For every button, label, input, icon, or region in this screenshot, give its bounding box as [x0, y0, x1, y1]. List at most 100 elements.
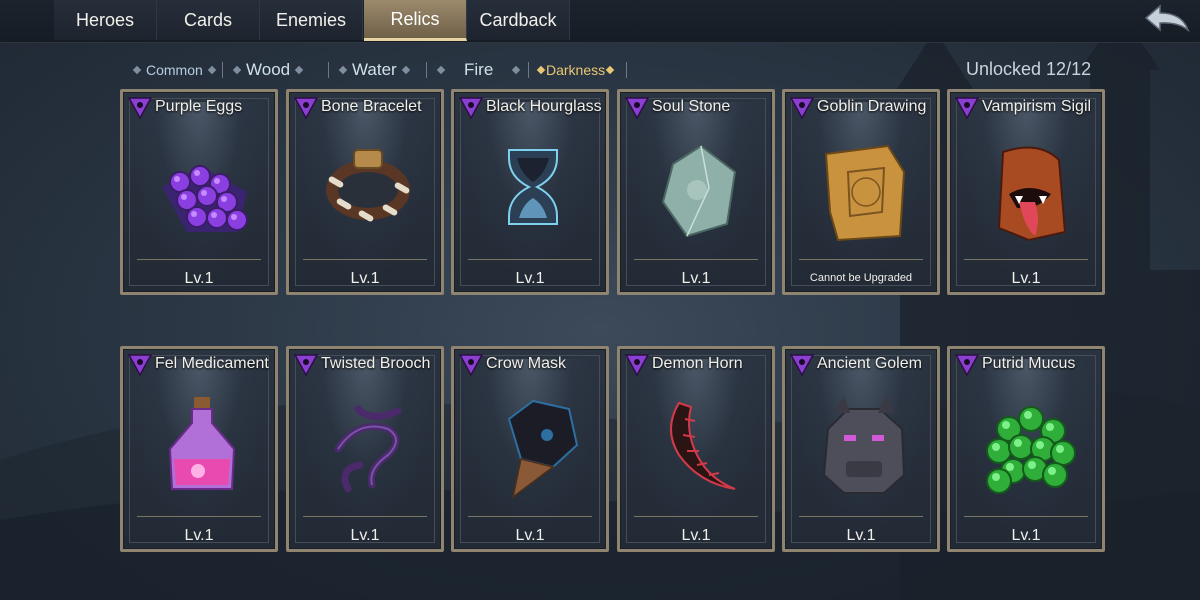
filter-divider — [626, 62, 627, 78]
darkness-emblem-icon — [624, 97, 650, 120]
relic-name: Demon Horn — [652, 355, 743, 372]
relic-level: Lv.1 — [1011, 527, 1041, 544]
relic-name: Bone Bracelet — [321, 98, 422, 115]
tab-label: Enemies — [275, 9, 347, 30]
tab-enemies[interactable]: Enemies — [260, 0, 363, 40]
soul-stone-icon — [661, 144, 737, 238]
relic-card[interactable]: Putrid Mucus Lv.1 — [947, 346, 1105, 552]
tab-heroes[interactable]: Heroes — [54, 0, 157, 40]
relic-card[interactable]: Black Hourglass Lv.1 — [451, 89, 609, 295]
tab-relics[interactable]: Relics — [364, 0, 467, 41]
demon-horn-icon — [670, 401, 736, 490]
tab-label: Relics — [390, 8, 440, 29]
darkness-emblem-icon — [458, 354, 484, 377]
card-divider — [137, 259, 261, 260]
tab-cards[interactable]: Cards — [157, 0, 260, 40]
card-divider — [799, 516, 923, 517]
purple-eggs-icon — [162, 165, 248, 232]
hourglass-icon — [508, 149, 558, 225]
darkness-emblem-icon — [954, 97, 980, 120]
diamond-icon — [338, 65, 348, 75]
filter-wood[interactable]: Wood — [228, 58, 308, 82]
tab-label: Cards — [183, 9, 232, 30]
darkness-emblem-icon — [127, 354, 153, 377]
tab-label: Heroes — [75, 9, 135, 30]
top-nav-bar: Heroes Cards Enemies Relics Cardback — [0, 0, 1200, 43]
potion-icon — [168, 397, 236, 490]
relic-level: Lv.1 — [184, 270, 214, 287]
relic-card[interactable]: Bone Bracelet Lv.1 — [286, 89, 444, 295]
relic-card[interactable]: Purple Eggs Lv.1 — [120, 89, 278, 295]
filter-label: Common — [146, 62, 203, 78]
filter-darkness[interactable]: Darkness — [532, 58, 619, 82]
golem-head-icon — [822, 395, 906, 494]
darkness-emblem-icon — [789, 97, 815, 120]
diamond-icon — [294, 65, 304, 75]
relic-name: Putrid Mucus — [982, 355, 1076, 372]
filter-fire[interactable]: Fire — [432, 58, 525, 82]
relic-name: Vampirism Sigil — [982, 98, 1092, 115]
goblin-drawing-icon — [824, 144, 906, 242]
twisted-brooch-icon — [334, 405, 402, 493]
card-divider — [468, 259, 592, 260]
card-divider — [799, 259, 923, 260]
relic-name: Fel Medicament — [155, 355, 269, 372]
relic-card[interactable]: Crow Mask Lv.1 — [451, 346, 609, 552]
relic-level: Lv.1 — [515, 270, 545, 287]
unlocked-count: Unlocked 12/12 — [966, 59, 1092, 79]
relic-card[interactable]: Twisted Brooch Lv.1 — [286, 346, 444, 552]
relic-level: Lv.1 — [681, 527, 711, 544]
relic-card[interactable]: Soul Stone Lv.1 — [617, 89, 775, 295]
filter-label: Darkness — [546, 62, 606, 78]
vampirism-sigil-icon — [997, 146, 1067, 242]
filter-label: Water — [352, 60, 397, 79]
diamond-icon — [132, 65, 142, 75]
card-divider — [303, 516, 427, 517]
back-arrow-icon[interactable] — [1138, 2, 1194, 40]
relic-name: Crow Mask — [486, 355, 567, 372]
diamond-icon — [536, 65, 546, 75]
darkness-emblem-icon — [624, 354, 650, 377]
darkness-emblem-icon — [789, 354, 815, 377]
tab-label: Cardback — [479, 9, 557, 30]
darkness-emblem-icon — [293, 354, 319, 377]
relic-level: Lv.1 — [350, 270, 380, 287]
relic-name: Purple Eggs — [155, 98, 243, 115]
diamond-icon — [207, 65, 217, 75]
card-divider — [634, 259, 758, 260]
card-divider — [964, 516, 1088, 517]
filter-label: Wood — [246, 60, 291, 79]
relic-name: Soul Stone — [652, 98, 731, 115]
relic-level: Lv.1 — [350, 527, 380, 544]
relic-card[interactable]: Demon Horn Lv.1 — [617, 346, 775, 552]
relic-card[interactable]: Vampirism Sigil Lv.1 — [947, 89, 1105, 295]
putrid-mucus-icon — [986, 406, 1076, 494]
relic-card[interactable]: Fel Medicament Lv.1 — [120, 346, 278, 552]
card-divider — [964, 259, 1088, 260]
tab-cardback[interactable]: Cardback — [467, 0, 570, 40]
filter-divider — [528, 62, 529, 78]
relic-level: Lv.1 — [1011, 270, 1041, 287]
card-divider — [303, 259, 427, 260]
relic-card[interactable]: Goblin Drawing Cannot be Upgraded — [782, 89, 940, 295]
filter-divider — [222, 62, 223, 78]
darkness-emblem-icon — [458, 97, 484, 120]
filter-divider — [328, 62, 329, 78]
relic-name: Ancient Golem — [817, 355, 922, 372]
filter-water[interactable]: Water — [334, 58, 415, 82]
card-divider — [137, 516, 261, 517]
relic-level: Cannot be Upgraded — [809, 272, 913, 284]
card-divider — [468, 516, 592, 517]
diamond-icon — [232, 65, 242, 75]
crow-mask-icon — [507, 399, 579, 499]
filter-divider — [426, 62, 427, 78]
relic-card[interactable]: Ancient Golem Lv.1 — [782, 346, 940, 552]
filter-common[interactable]: Common — [128, 58, 221, 82]
darkness-emblem-icon — [954, 354, 980, 377]
filter-label: Fire — [464, 60, 494, 79]
diamond-icon — [401, 65, 410, 75]
relic-level: Lv.1 — [681, 270, 711, 287]
diamond-icon — [512, 65, 521, 75]
relic-name: Twisted Brooch — [321, 355, 431, 372]
relic-name: Black Hourglass — [486, 98, 602, 115]
